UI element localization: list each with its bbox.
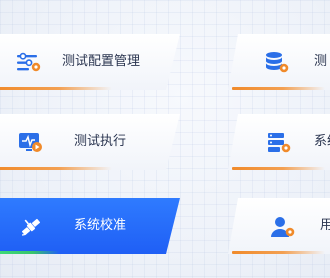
card-underline xyxy=(0,251,59,254)
menu-card-system[interactable]: 系统 xyxy=(228,114,330,170)
monitor-play-icon xyxy=(18,131,44,155)
menu-card-test-config[interactable]: 测试配置管理 xyxy=(0,34,180,90)
card-underline xyxy=(232,87,325,90)
menu-card-user[interactable]: 用 xyxy=(228,198,330,254)
menu-card-label: 测试执行 xyxy=(74,134,127,149)
menu-card-label: 测试配置管理 xyxy=(62,54,141,69)
menu-card-label: 系统校准 xyxy=(74,218,127,233)
menu-card-label: 用 xyxy=(320,218,330,233)
menu-card-label: 测 xyxy=(314,54,328,69)
satellite-icon xyxy=(18,215,44,239)
card-underline xyxy=(232,167,325,170)
user-gear-icon xyxy=(270,215,296,239)
menu-card-system-calibration[interactable]: 系统校准 xyxy=(0,198,180,254)
menu-card-label: 系统 xyxy=(314,134,330,149)
menu-card-test-execute[interactable]: 测试执行 xyxy=(0,114,180,170)
server-list-icon xyxy=(266,131,292,155)
card-underline xyxy=(232,251,325,254)
menu-card-test-data[interactable]: 测 xyxy=(228,34,330,90)
database-gear-icon xyxy=(264,51,290,75)
sliders-gear-icon xyxy=(16,51,42,75)
